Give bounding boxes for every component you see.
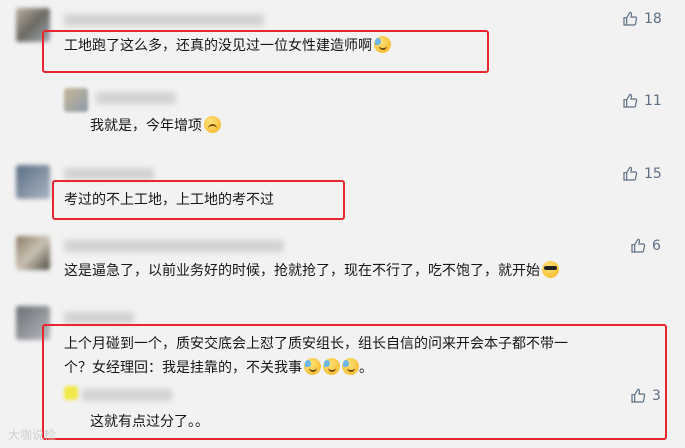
highlight-box: [42, 30, 489, 73]
thumbs-up-icon: [623, 11, 638, 26]
upside-smile-icon: [204, 116, 221, 133]
like-button[interactable]: 6: [630, 238, 661, 254]
username-blurred: [64, 14, 264, 26]
thumbs-up-icon: [631, 238, 646, 253]
avatar[interactable]: [64, 88, 88, 112]
username-blurred: [64, 240, 284, 252]
highlight-box: [52, 180, 345, 220]
like-button[interactable]: 11: [622, 93, 662, 109]
like-count: 11: [644, 93, 662, 109]
username-blurred: [96, 92, 176, 104]
thumbs-up-icon: [623, 166, 638, 181]
sunglasses-icon: [542, 261, 559, 278]
watermark: 大咖说检: [8, 428, 57, 442]
like-button[interactable]: 15: [622, 166, 662, 182]
comment-text: 这是逼急了，以前业务好的时候，抢就抢了，现在不行了，吃不饱了，就开始: [64, 261, 559, 281]
avatar[interactable]: [16, 165, 50, 199]
username-blurred: [64, 168, 154, 180]
thumbs-up-icon: [623, 93, 638, 108]
comment-text: 我就是，今年增项: [90, 116, 221, 136]
username-blurred: [64, 312, 134, 324]
like-count: 15: [644, 166, 662, 182]
highlight-box: [42, 324, 667, 440]
like-count: 18: [644, 11, 662, 27]
like-count: 6: [652, 238, 661, 254]
like-button[interactable]: 18: [622, 11, 662, 27]
avatar[interactable]: [16, 236, 50, 270]
